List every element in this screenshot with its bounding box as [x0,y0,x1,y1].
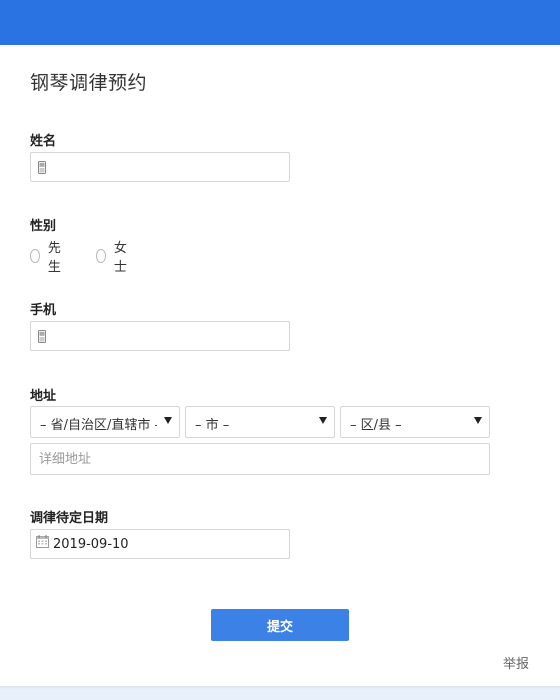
radio-circle[interactable] [30,249,40,263]
address-detail-input[interactable] [30,443,490,475]
district-select[interactable]: – 区/县 – [340,406,490,438]
province-select[interactable]: – 省/自治区/直辖市 – [30,406,180,438]
radio-ms[interactable]: 女士 [96,237,131,275]
gender-label: 性别 [30,219,57,234]
phone-label: 手机 [30,303,57,318]
date-label: 调律待定日期 [30,511,109,526]
district-select-value: – 区/县 – [350,418,402,433]
radio-ms-label: 女士 [113,241,127,275]
city-select-value: – 市 – [195,418,230,433]
date-value: 2019-09-10 [53,537,129,552]
name-input[interactable] [30,152,290,182]
dropdown-arrow-icon [164,417,172,424]
phone-icon [38,161,46,174]
radio-circle[interactable] [96,249,106,263]
dropdown-arrow-icon [319,417,327,424]
report-link[interactable]: 举报 [503,653,529,672]
phone-icon [38,330,46,343]
form-page: 钢琴调律预约 姓名 性别 先生 女士 手机 地址 – 省/自治区/直辖市 – –… [0,0,560,686]
city-select[interactable]: – 市 – [185,406,335,438]
radio-mr[interactable]: 先生 [30,237,65,275]
phone-input[interactable] [30,321,290,351]
province-select-value: – 省/自治区/直辖市 – [40,418,157,433]
address-label: 地址 [30,389,57,404]
date-input[interactable]: 2019-09-10 [30,529,290,559]
name-label: 姓名 [30,134,57,149]
calendar-icon [36,533,49,552]
dropdown-arrow-icon [474,417,482,424]
submit-button[interactable]: 提交 [211,609,349,641]
form-title: 钢琴调律预约 [30,72,148,94]
header-bar [0,0,560,45]
radio-mr-label: 先生 [47,241,61,275]
